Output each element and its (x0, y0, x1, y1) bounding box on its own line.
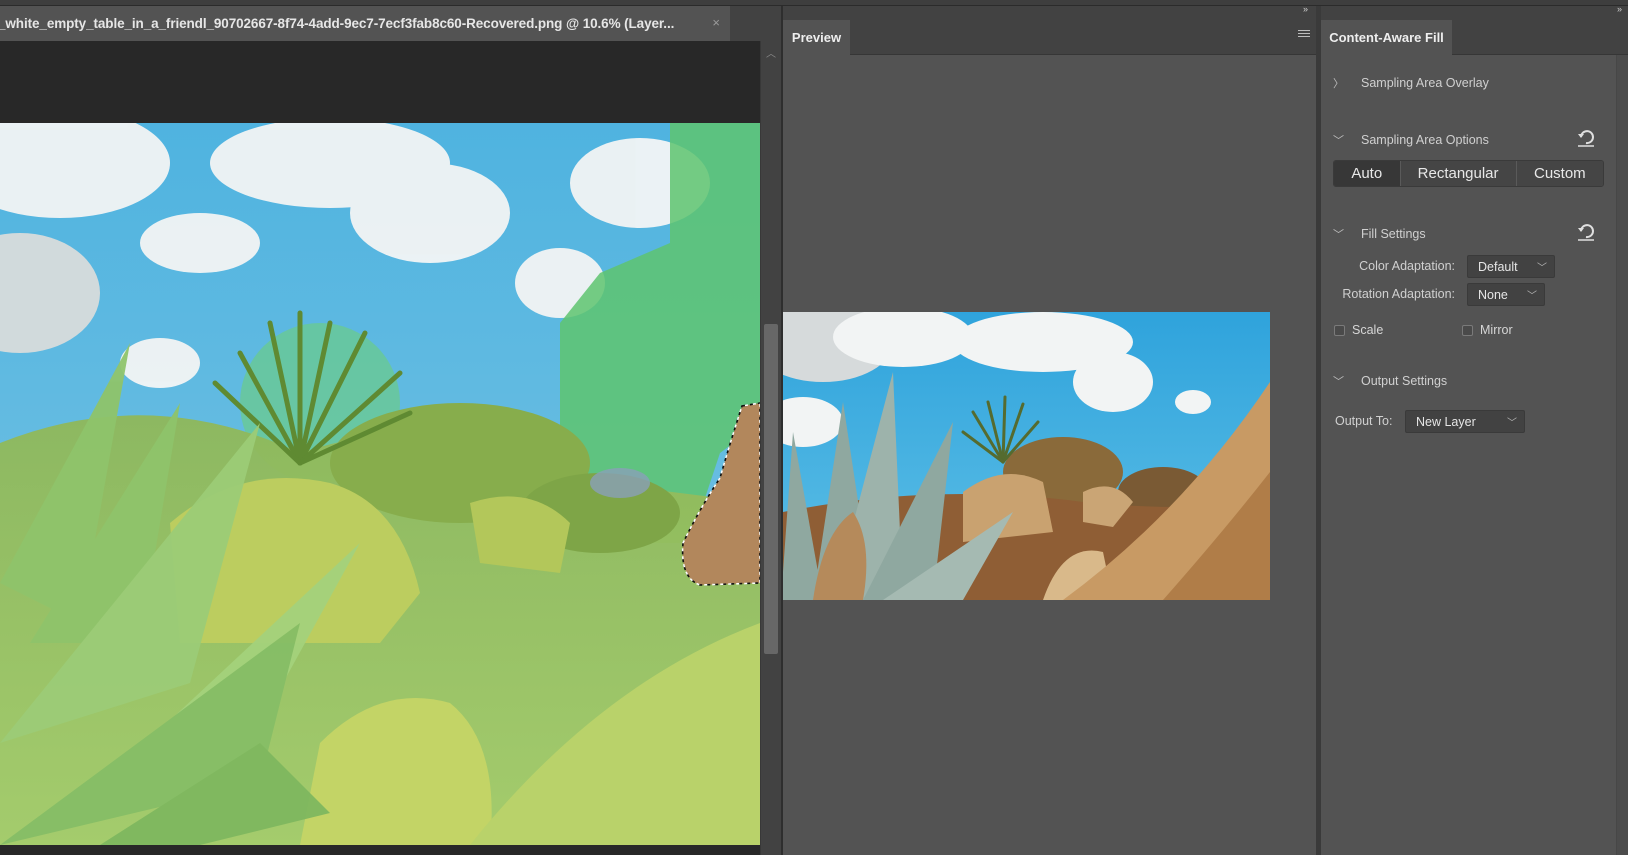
preview-tab-bar: » Preview (783, 4, 1316, 55)
mirror-label: Mirror (1480, 323, 1513, 337)
close-icon[interactable]: × (712, 15, 720, 30)
color-adaptation-label: Color Adaptation: (1359, 259, 1455, 273)
preview-image-art (783, 312, 1270, 600)
section-output-settings[interactable]: ﹀ Output Settings (1333, 373, 1447, 389)
chevron-right-icon: 〉 (1333, 78, 1344, 90)
content-aware-fill-panel: » Content-Aware Fill 〉 Sampling Area Ove… (1321, 4, 1628, 855)
chevron-down-icon: ﹀ (1507, 418, 1517, 429)
color-adaptation-value: Default (1478, 259, 1518, 274)
panel-menu-icon[interactable] (1298, 30, 1310, 40)
sampling-mode-segmented-control: Auto Rectangular Custom (1333, 160, 1604, 187)
output-to-dropdown[interactable]: New Layer ﹀ (1405, 410, 1525, 433)
scrollbar-thumb[interactable] (764, 324, 778, 654)
document-tab-bar: _white_empty_table_in_a_friendl_90702667… (0, 6, 781, 41)
caf-tab-bar: » Content-Aware Fill (1321, 4, 1628, 55)
scale-checkbox[interactable]: Scale (1334, 323, 1383, 337)
panel-scrollbar[interactable] (1616, 55, 1628, 855)
chevron-down-icon: ﹀ (1333, 229, 1344, 241)
section-label: Sampling Area Overlay (1361, 76, 1489, 90)
document-window: _white_empty_table_in_a_friendl_90702667… (0, 6, 781, 855)
mode-rectangular-button[interactable]: Rectangular (1400, 161, 1517, 186)
document-tab[interactable]: _white_empty_table_in_a_friendl_90702667… (0, 6, 730, 41)
rotation-adaptation-label: Rotation Adaptation: (1342, 287, 1455, 301)
section-label: Sampling Area Options (1361, 133, 1489, 147)
collapse-panels-icon[interactable]: » (1303, 4, 1308, 14)
scroll-up-icon[interactable]: ︿ (761, 45, 781, 60)
preview-panel: » Preview (783, 4, 1316, 855)
reset-fill-settings-icon[interactable] (1576, 222, 1596, 242)
chevron-down-icon: ﹀ (1537, 263, 1547, 274)
reset-sampling-options-icon[interactable] (1576, 128, 1596, 148)
collapse-panels-icon[interactable]: » (1617, 4, 1622, 14)
rotation-adaptation-dropdown[interactable]: None ﹀ (1467, 283, 1545, 306)
tab-content-aware-fill[interactable]: Content-Aware Fill (1321, 20, 1452, 55)
scale-label: Scale (1352, 323, 1384, 337)
canvas-area[interactable] (0, 41, 760, 855)
canvas-image-art (0, 123, 760, 845)
output-to-value: New Layer (1416, 414, 1476, 429)
checkbox-box[interactable] (1462, 324, 1473, 336)
section-sampling-area-options[interactable]: ﹀ Sampling Area Options (1333, 132, 1489, 148)
mode-custom-button[interactable]: Custom (1516, 161, 1603, 186)
section-label: Output Settings (1361, 374, 1448, 388)
document-tab-title: _white_empty_table_in_a_friendl_90702667… (0, 16, 675, 31)
checkbox-box[interactable] (1334, 324, 1345, 336)
chevron-down-icon: ﹀ (1333, 135, 1344, 147)
chevron-down-icon: ﹀ (1333, 376, 1344, 388)
chevron-down-icon: ﹀ (1527, 291, 1537, 302)
section-fill-settings[interactable]: ﹀ Fill Settings (1333, 226, 1426, 242)
canvas-image[interactable] (0, 123, 760, 845)
output-to-label: Output To: (1335, 414, 1393, 428)
section-sampling-area-overlay[interactable]: 〉 Sampling Area Overlay (1333, 75, 1489, 91)
tab-preview[interactable]: Preview (783, 20, 850, 55)
preview-image (783, 312, 1270, 600)
section-label: Fill Settings (1361, 227, 1426, 241)
mirror-checkbox[interactable]: Mirror (1462, 323, 1513, 337)
canvas-vertical-scrollbar[interactable]: ︿ (760, 41, 781, 855)
color-adaptation-dropdown[interactable]: Default ﹀ (1467, 255, 1555, 278)
rotation-adaptation-value: None (1478, 287, 1508, 302)
mode-auto-button[interactable]: Auto (1334, 161, 1401, 186)
